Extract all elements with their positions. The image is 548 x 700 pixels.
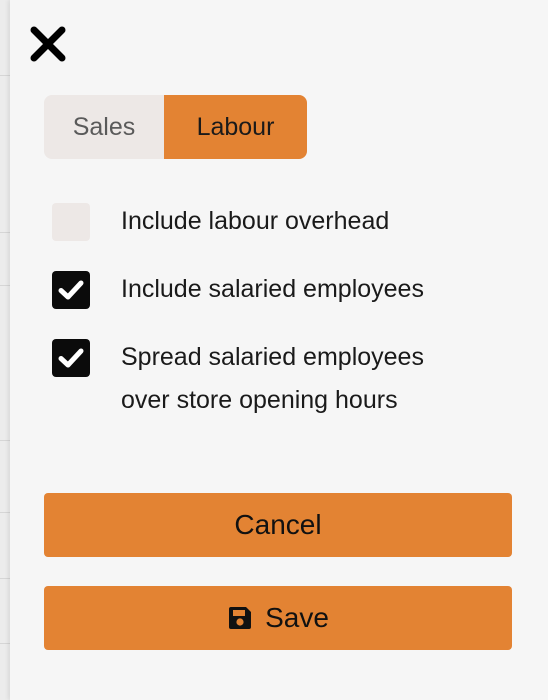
background-divider xyxy=(0,75,10,76)
option-label: Include labour overhead xyxy=(121,207,390,235)
spread-salaried-employees-checkbox[interactable] xyxy=(52,339,90,377)
close-icon xyxy=(30,26,66,62)
tab-labour[interactable]: Labour xyxy=(164,95,307,159)
tab-group: Sales Labour xyxy=(44,95,307,159)
background-divider xyxy=(0,512,10,513)
save-button[interactable]: Save xyxy=(44,586,512,650)
option-label: Include salaried employees xyxy=(121,275,424,303)
background-page xyxy=(0,0,10,700)
checkmark-icon xyxy=(58,280,84,300)
close-button[interactable] xyxy=(28,24,68,64)
cancel-button[interactable]: Cancel xyxy=(44,493,512,557)
include-labour-overhead-checkbox[interactable] xyxy=(52,203,90,241)
background-divider xyxy=(0,285,10,286)
tab-sales[interactable]: Sales xyxy=(44,95,164,159)
option-spread-salaried-employees: Spread salaried employees over store ope… xyxy=(52,339,461,422)
checkmark-icon xyxy=(58,348,84,368)
screen: Sales Labour Include labour overhead Inc… xyxy=(0,0,548,700)
option-include-salaried-employees: Include salaried employees xyxy=(52,271,461,311)
option-label: Spread salaried employees over store ope… xyxy=(121,343,424,414)
save-label: Save xyxy=(265,602,329,633)
floppy-disk-icon xyxy=(229,607,252,629)
background-divider xyxy=(0,440,10,441)
settings-panel: Sales Labour Include labour overhead Inc… xyxy=(10,0,548,700)
option-include-labour-overhead: Include labour overhead xyxy=(52,203,461,243)
include-salaried-employees-checkbox[interactable] xyxy=(52,271,90,309)
background-divider xyxy=(0,643,10,644)
background-divider xyxy=(0,232,10,233)
background-divider xyxy=(0,578,10,579)
